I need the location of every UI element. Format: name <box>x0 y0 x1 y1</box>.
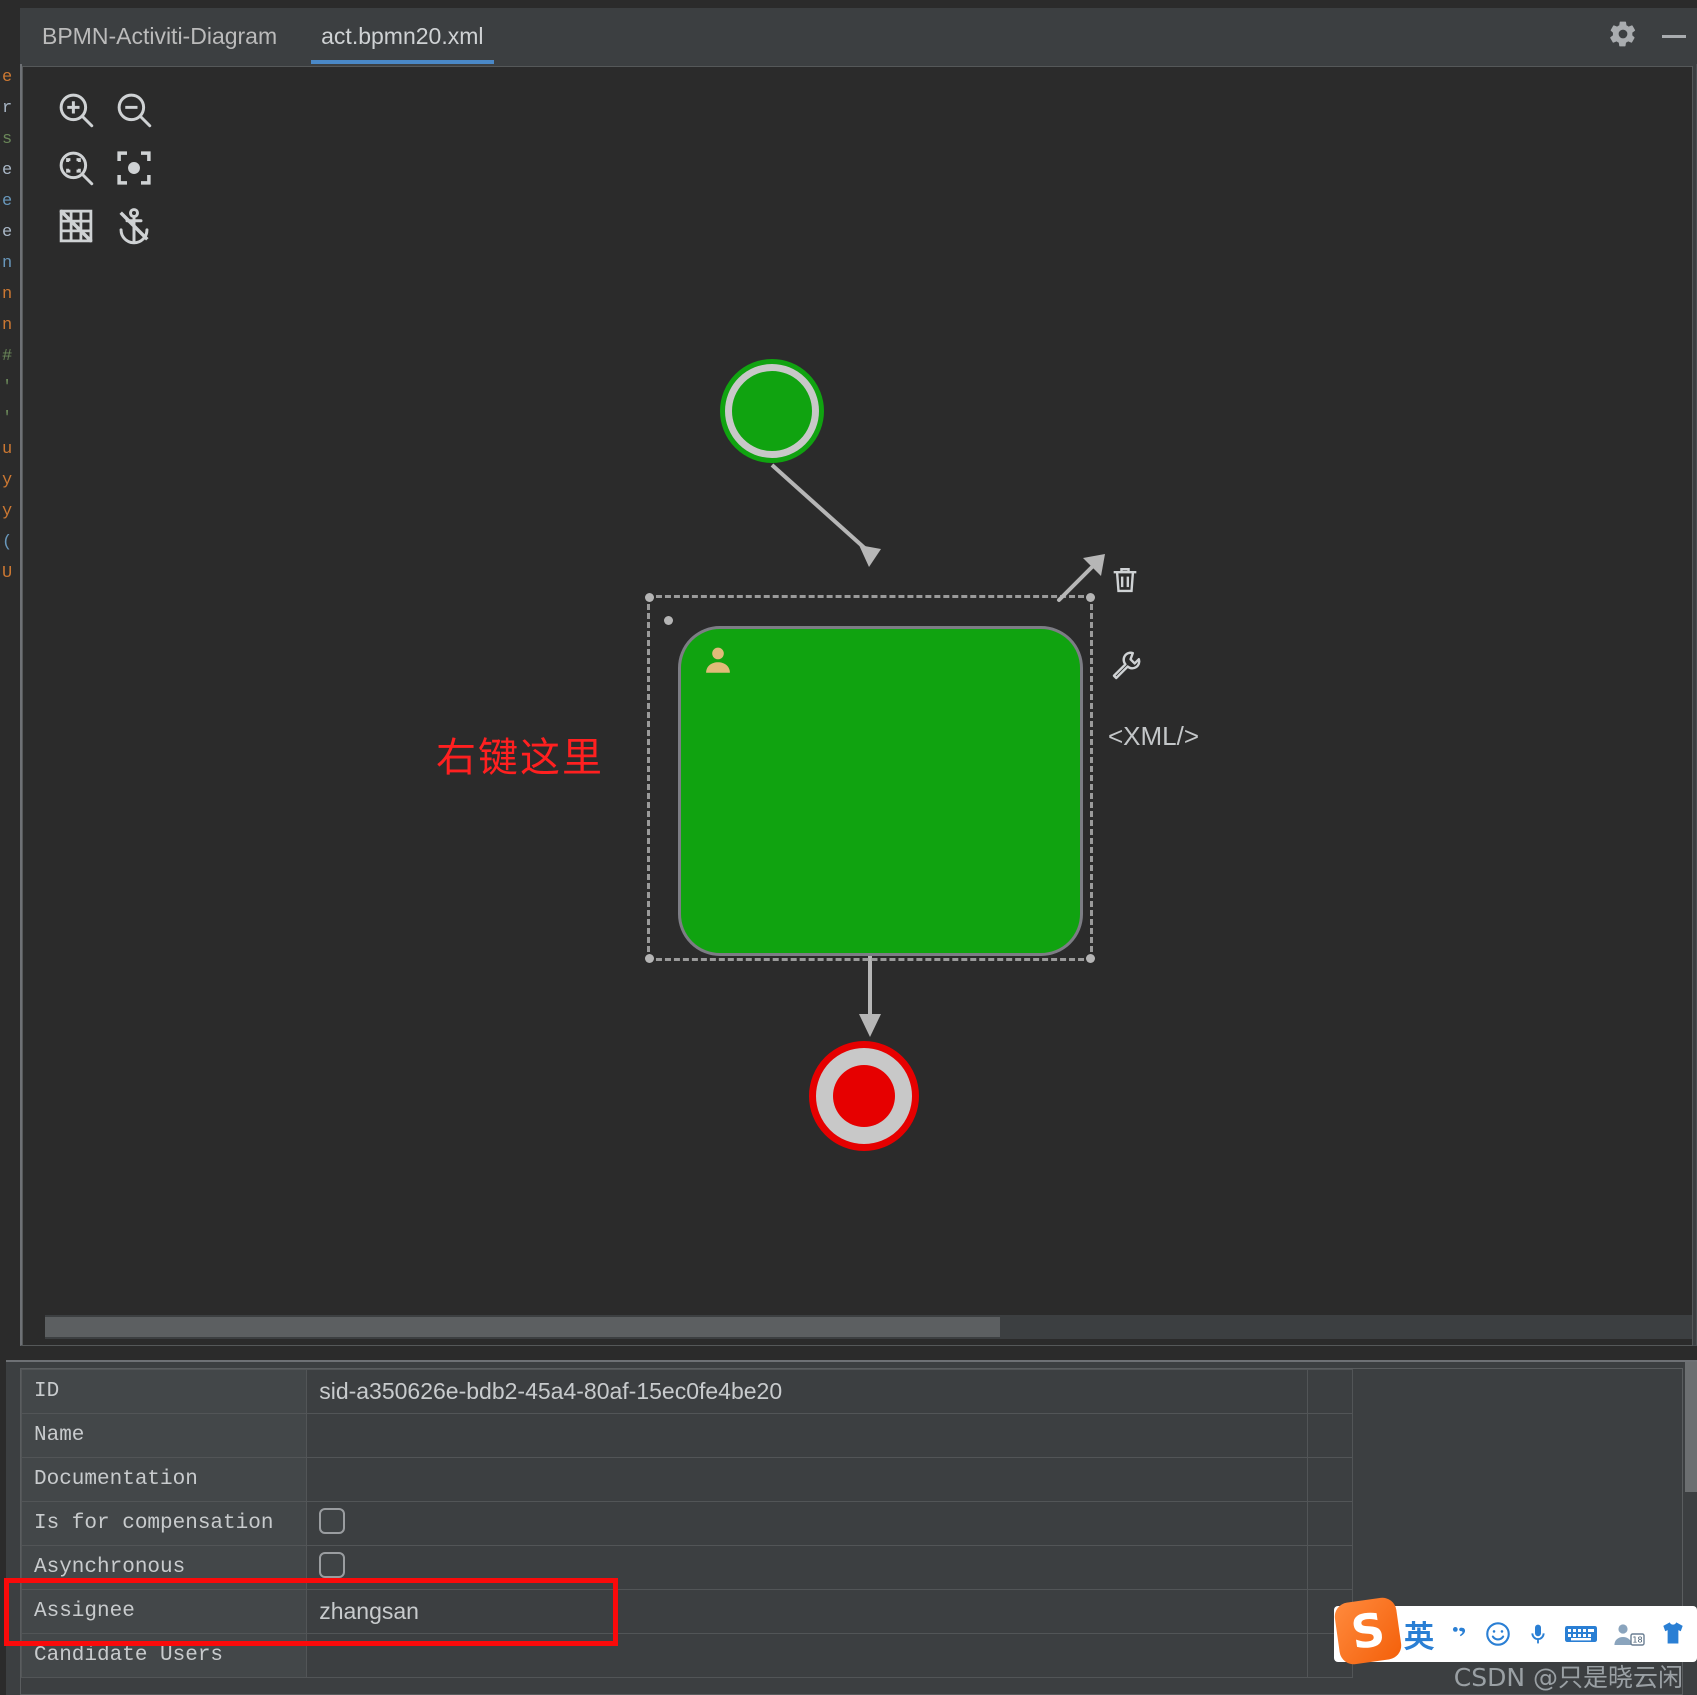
canvas-hscrollbar-thumb[interactable] <box>45 1317 1000 1337</box>
delete-icon <box>1108 568 1142 601</box>
zoom-in-icon <box>55 89 97 136</box>
ime-language-icon[interactable]: 英 <box>1404 1612 1434 1656</box>
table-row[interactable]: Documentation <box>21 1457 1354 1502</box>
app-root: e r s e e e n n n # ' ' u y y ( U BPMN-A… <box>0 0 1697 1695</box>
annotation-text: 右键这里 <box>436 735 604 781</box>
watermark: CSDN @只是晓云闲 <box>1453 1663 1683 1692</box>
sogou-logo-icon[interactable]: S <box>1332 1595 1404 1667</box>
zoom-actual-button[interactable] <box>111 147 157 193</box>
editor-tabbar: BPMN-Activiti-Diagram act.bpmn20.xml <box>20 8 1697 64</box>
table-row[interactable]: Assignee zhangsan <box>21 1589 1354 1634</box>
ime-account-icon[interactable]: 18 <box>1612 1620 1646 1648</box>
ime-punctuation-icon[interactable] <box>1448 1621 1470 1647</box>
configure-button[interactable] <box>1108 648 1228 687</box>
toolbar-row-2 <box>53 147 173 193</box>
start-event[interactable] <box>720 359 824 463</box>
property-key: ID <box>21 1369 308 1414</box>
property-key: Is for compensation <box>21 1501 308 1546</box>
property-tail <box>1306 1457 1354 1502</box>
table-row[interactable]: Is for compensation <box>21 1501 1354 1546</box>
tab-act-bpmn20-xml[interactable]: act.bpmn20.xml <box>299 8 505 64</box>
grid-off-icon <box>55 205 97 252</box>
property-value[interactable]: sid-a350626e-bdb2-45a4-80af-15ec0fe4be20 <box>306 1369 1308 1414</box>
tab-label: act.bpmn20.xml <box>321 22 484 49</box>
properties-table: ID sid-a350626e-bdb2-45a4-80af-15ec0fe4b… <box>21 1369 1354 1678</box>
property-tail <box>1306 1369 1354 1414</box>
assignee-value[interactable]: zhangsan <box>306 1589 1308 1634</box>
selection-handle[interactable] <box>645 593 654 602</box>
property-key: Candidate Users <box>21 1633 308 1678</box>
canvas-toolbar <box>53 89 173 263</box>
wrench-icon <box>1108 651 1142 686</box>
tab-label: BPMN-Activiti-Diagram <box>42 22 278 49</box>
delete-button[interactable] <box>1108 563 1228 602</box>
user-task[interactable] <box>678 626 1083 956</box>
table-row[interactable]: ID sid-a350626e-bdb2-45a4-80af-15ec0fe4b… <box>21 1369 1354 1414</box>
gear-icon <box>1608 19 1638 54</box>
selection-handle[interactable] <box>1086 593 1095 602</box>
grid-toggle-button[interactable] <box>53 205 99 251</box>
property-value[interactable] <box>306 1545 1308 1590</box>
zoom-out-icon <box>113 89 155 136</box>
zoom-in-button[interactable] <box>53 89 99 135</box>
zoom-actual-icon <box>113 147 155 194</box>
anchor-off-icon <box>113 205 155 252</box>
toolbar-row-1 <box>53 89 173 135</box>
is-for-compensation-checkbox[interactable] <box>319 1507 346 1534</box>
ime-emoji-icon[interactable] <box>1484 1620 1512 1648</box>
property-key: Documentation <box>21 1457 308 1502</box>
end-event-core <box>833 1065 895 1127</box>
asynchronous-checkbox[interactable] <box>319 1551 346 1578</box>
user-task-selection[interactable] <box>645 593 1095 963</box>
start-event-ring <box>725 364 819 458</box>
ime-keyboard-icon[interactable] <box>1564 1621 1598 1647</box>
selection-handle[interactable] <box>664 616 673 625</box>
minimize-button[interactable] <box>1651 8 1697 64</box>
table-row[interactable]: Asynchronous <box>21 1545 1354 1590</box>
svg-text:18: 18 <box>1632 1636 1642 1645</box>
zoom-fit-icon <box>55 147 97 194</box>
context-actions: <XML/> <box>1108 568 1228 786</box>
property-value[interactable] <box>306 1633 1308 1678</box>
property-value[interactable] <box>306 1457 1308 1502</box>
selection-handle[interactable] <box>1086 954 1095 963</box>
property-key: Assignee <box>21 1589 308 1634</box>
property-tail <box>1306 1413 1354 1458</box>
property-tail <box>1306 1501 1354 1546</box>
ime-voice-icon[interactable] <box>1526 1620 1550 1648</box>
snap-toggle-button[interactable] <box>111 205 157 251</box>
table-row[interactable]: Candidate Users <box>21 1633 1354 1678</box>
zoom-fit-button[interactable] <box>53 147 99 193</box>
ime-skin-icon[interactable] <box>1660 1620 1686 1648</box>
view-xml-button[interactable]: <XML/> <box>1108 721 1228 752</box>
property-key: Asynchronous <box>21 1545 308 1590</box>
property-key: Name <box>21 1413 308 1458</box>
canvas-hscrollbar[interactable] <box>45 1315 1692 1339</box>
tab-bpmn-activiti-diagram[interactable]: BPMN-Activiti-Diagram <box>20 8 299 64</box>
properties-vscrollbar-thumb[interactable] <box>1685 1362 1697 1492</box>
property-value[interactable] <box>306 1413 1308 1458</box>
user-icon <box>701 643 735 682</box>
minimize-icon <box>1662 34 1686 38</box>
end-event[interactable] <box>809 1041 919 1151</box>
bpmn-canvas[interactable]: 右键这里 <XML/> <box>22 66 1693 1346</box>
toolbar-row-3 <box>53 205 173 251</box>
zoom-out-button[interactable] <box>111 89 157 135</box>
settings-button[interactable] <box>1595 8 1651 64</box>
selection-handle[interactable] <box>645 954 654 963</box>
property-tail <box>1306 1545 1354 1590</box>
property-value[interactable] <box>306 1501 1308 1546</box>
table-row[interactable]: Name <box>21 1413 1354 1458</box>
